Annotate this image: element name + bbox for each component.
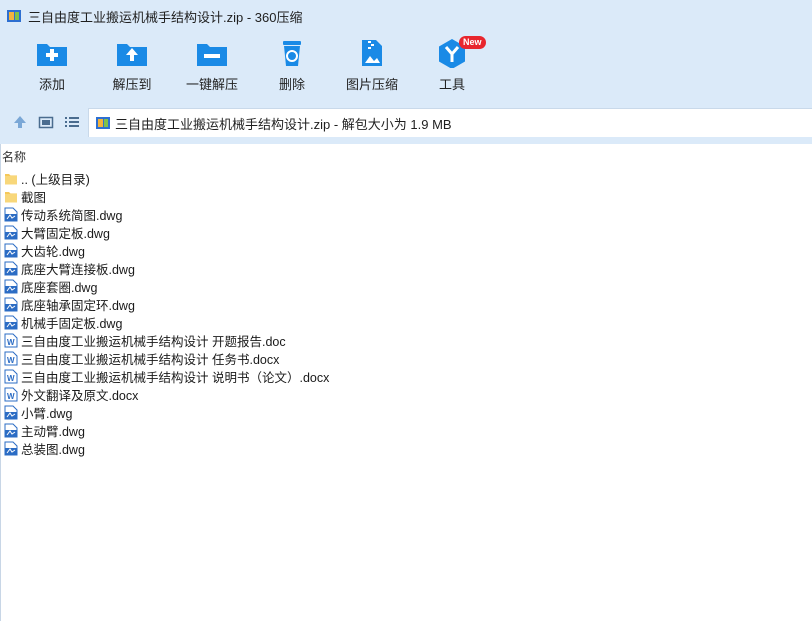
add-label: 添加 [38,77,65,92]
file-list-pane: 名称 .. (上级目录) 截图传动系统简图.dwg 大臂固定板.dwg 大齿轮.dwg… [0,144,811,621]
file-name: 大齿轮.dwg [21,244,85,259]
extract-to-icon [117,44,147,66]
dwg-file-icon [4,225,18,239]
svg-text:W: W [7,356,15,365]
dwg-file-icon [4,315,18,329]
file-name: 底座大臂连接板.dwg [21,262,135,277]
file-name: 三自由度工业搬运机械手结构设计 任务书.docx [21,352,280,367]
one-click-extract-button[interactable]: 一键解压 [177,38,247,98]
one-click-extract-label: 一键解压 [185,77,238,92]
dwg-file-icon [4,441,18,455]
image-compress-label: 图片压缩 [345,77,398,92]
file-name: 传动系统简图.dwg [21,208,123,223]
file-row[interactable]: 截图 [4,187,329,205]
title-bar: 三自由度工业搬运机械手结构设计.zip - 360压缩 [0,0,812,32]
image-compress-button[interactable]: 图片压缩 [337,38,407,98]
file-name: 大臂固定板.dwg [21,226,110,241]
dwg-file-icon [4,243,18,257]
new-badge: New [459,36,486,49]
file-row[interactable]: 机械手固定板.dwg [4,313,329,331]
file-name: 三自由度工业搬运机械手结构设计 说明书（论文）.docx [21,370,330,385]
file-row[interactable]: W 外文翻译及原文.docx [4,385,329,403]
file-row[interactable]: 小臂.dwg [4,403,329,421]
list-view-icon[interactable] [64,114,80,130]
file-row[interactable]: .. (上级目录) [4,169,329,187]
file-row[interactable]: W 三自由度工业搬运机械手结构设计 任务书.docx [4,349,329,367]
word-document-icon: W [4,333,18,347]
svg-text:W: W [7,392,15,401]
one-click-extract-icon [197,44,227,66]
image-compress-icon [362,40,382,66]
word-document-icon: W [4,351,18,365]
file-name: 总装图.dwg [21,442,85,457]
toolbar: 添加 解压到 一键解压 删除 图片压缩 New 工具 [0,32,812,100]
file-row[interactable]: 主动臂.dwg [4,421,329,439]
folder-icon [5,173,17,184]
extract-to-button[interactable]: 解压到 [97,38,167,98]
file-name: 机械手固定板.dwg [21,316,123,331]
column-header-name[interactable]: 名称 [2,148,26,165]
svg-text:W: W [7,374,15,383]
file-row[interactable]: 传动系统简图.dwg [4,205,329,223]
address-text: 三自由度工业搬运机械手结构设计.zip - 解包大小为 1.9 MB [115,116,452,132]
extract-to-label: 解压到 [112,77,152,92]
file-row[interactable]: W 三自由度工业搬运机械手结构设计 说明书（论文）.docx [4,367,329,385]
add-icon [37,44,67,66]
delete-button[interactable]: 删除 [257,38,327,98]
dwg-file-icon [4,297,18,311]
file-name: 主动臂.dwg [21,424,85,439]
file-name: 截图 [21,190,47,205]
window-title: 三自由度工业搬运机械手结构设计.zip - 360压缩 [28,9,303,25]
dwg-file-icon [4,261,18,275]
file-row[interactable]: W 三自由度工业搬运机械手结构设计 开题报告.doc [4,331,329,349]
delete-label: 删除 [278,77,305,92]
svg-text:W: W [7,338,15,347]
dwg-file-icon [4,279,18,293]
dwg-file-icon [4,207,18,221]
file-row[interactable]: 大臂固定板.dwg [4,223,329,241]
zip-archive-icon [96,117,110,129]
file-row[interactable]: 大齿轮.dwg [4,241,329,259]
zip-archive-icon [7,10,21,22]
file-name: 小臂.dwg [21,406,73,421]
delete-icon [283,41,301,66]
address-bar-row: 三自由度工业搬运机械手结构设计.zip - 解包大小为 1.9 MB [0,100,812,144]
tools-button[interactable]: New 工具 [417,36,487,98]
file-row[interactable]: 底座轴承固定环.dwg [4,295,329,313]
tools-label: 工具 [438,77,465,92]
thumbnail-view-icon[interactable] [38,114,54,130]
word-document-icon: W [4,369,18,383]
file-list: .. (上级目录) 截图传动系统简图.dwg 大臂固定板.dwg 大齿轮.dwg 底座大… [4,169,329,457]
folder-icon [5,191,17,202]
add-button[interactable]: 添加 [17,38,87,98]
file-row[interactable]: 底座大臂连接板.dwg [4,259,329,277]
dwg-file-icon [4,405,18,419]
word-document-icon: W [4,387,18,401]
file-name: .. (上级目录) [21,172,90,187]
file-name: 三自由度工业搬运机械手结构设计 开题报告.doc [21,334,286,349]
file-name: 外文翻译及原文.docx [21,388,139,403]
file-row[interactable]: 底座套圈.dwg [4,277,329,295]
file-name: 底座轴承固定环.dwg [21,298,135,313]
address-field[interactable]: 三自由度工业搬运机械手结构设计.zip - 解包大小为 1.9 MB [88,108,812,137]
dwg-file-icon [4,423,18,437]
file-name: 底座套圈.dwg [21,280,98,295]
file-row[interactable]: 总装图.dwg [4,439,329,457]
up-arrow-icon[interactable] [12,114,28,130]
